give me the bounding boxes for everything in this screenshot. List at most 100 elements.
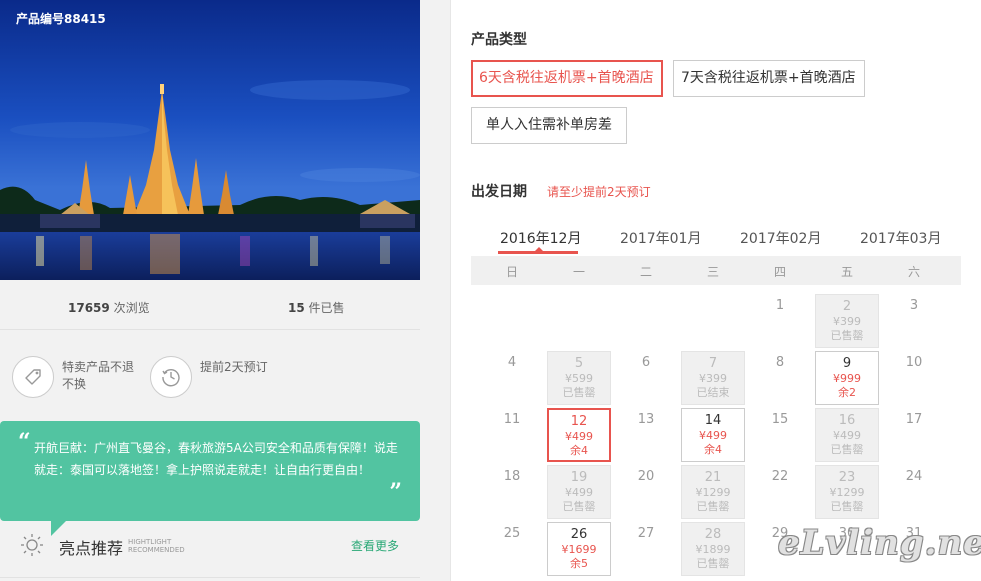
calendar-day: 4 [480,351,544,405]
calendar-day: 22 [748,465,812,519]
weekday-label: 五 [840,265,853,279]
day-number: 8 [775,355,785,370]
day-number: 7 [708,356,718,371]
sold-count-value: 15 [288,301,305,315]
product-number: 产品编号88415 [16,12,106,26]
view-count: 17659 次浏览 [68,299,150,316]
day-number: 10 [905,355,923,370]
tag-icon [12,356,54,398]
day-status: 已售罄 [830,443,864,456]
day-number: 11 [503,412,521,427]
day-number: 12 [570,414,588,429]
calendar-day[interactable]: 5 ¥599 已售罄 [547,351,611,405]
highlight-quote: “ 开航巨献：广州直飞曼谷，春秋旅游5A公司安全和品质有保障！说走就走：泰国可以… [0,421,420,521]
day-price: ¥1299 [695,486,731,499]
product-type-title: 产品类型 [471,32,527,48]
month-tab-2017-03[interactable]: 2017年03月 [860,228,941,248]
day-number: 24 [905,469,923,484]
day-status: 余4 [704,443,722,456]
calendar-day: 3 [882,294,946,348]
product-type-option-single-room[interactable]: 单人入住需补单房差 [471,107,627,144]
calendar-day: 11 [480,408,544,462]
calendar-day: 24 [882,465,946,519]
day-number: 20 [637,469,655,484]
day-price: ¥599 [565,372,593,385]
product-type-option-6day[interactable]: 6天含税往返机票+首晚酒店 [471,60,663,97]
day-number: 5 [574,356,584,371]
product-type-option-7day[interactable]: 7天含税往返机票+首晚酒店 [673,60,865,97]
weekday-label: 六 [907,265,920,279]
day-status: 已售罄 [696,557,730,570]
day-price: ¥1899 [695,543,731,556]
calendar-day[interactable]: 9 ¥999 余2 [815,351,879,405]
day-status: 已售罄 [562,386,596,399]
day-number: 14 [704,413,722,428]
day-price: ¥1299 [829,486,865,499]
day-price: ¥499 [565,430,593,443]
product-photo[interactable]: 产品编号88415 [0,0,420,280]
calendar-day[interactable]: 14 ¥499 余4 [681,408,745,462]
day-status: 已售罄 [562,500,596,513]
calendar-day[interactable]: 12 ¥499 余4 [547,408,611,462]
day-number: 16 [838,413,856,428]
month-tab-2016-12[interactable]: 2016年12月 [500,228,581,248]
departure-date-title: 出发日期 [471,184,527,200]
day-number: 17 [905,412,923,427]
day-number: 21 [704,470,722,485]
day-status: 已售罄 [830,329,864,342]
divider [0,577,420,578]
day-price: ¥1699 [561,543,597,556]
day-price: ¥499 [699,429,727,442]
day-price: ¥499 [833,429,861,442]
booking-hint: 请至少提前2天预订 [547,185,651,199]
highlight-subtitle-line1: HIGHTLIGHT [128,538,172,546]
day-number: 25 [503,526,521,541]
view-count-label: 次浏览 [109,301,150,315]
calendar-day: 17 [882,408,946,462]
calendar-day[interactable]: 28 ¥1899 已售罄 [681,522,745,576]
view-more-link[interactable]: 查看更多 [351,537,399,554]
day-number: 2 [842,299,852,314]
calendar-day: 15 [748,408,812,462]
day-number: 18 [503,469,521,484]
sold-count: 15 件已售 [288,299,345,316]
month-tab-2017-01[interactable]: 2017年01月 [620,228,701,248]
weekday-label: 二 [639,265,652,279]
product-panel: 产品编号88415 17659 次浏览 15 件已售 特卖产品不退不换 提前2天… [0,0,420,581]
calendar-day[interactable]: 19 ¥499 已售罄 [547,465,611,519]
day-number: 3 [909,298,919,313]
calendar-day: 1 [748,294,812,348]
day-status: 余4 [570,444,588,457]
month-tab-2017-02[interactable]: 2017年02月 [740,228,821,248]
day-status: 余2 [838,386,856,399]
day-price: ¥399 [833,315,861,328]
calendar-day[interactable]: 2 ¥399 已售罄 [815,294,879,348]
calendar-day: 25 [480,522,544,576]
day-price: ¥399 [699,372,727,385]
product-stats: 17659 次浏览 15 件已售 [0,280,420,330]
day-price: ¥999 [833,372,861,385]
day-status: 余5 [570,557,588,570]
temple-night-image [0,0,420,280]
close-quote-icon: ” [389,479,402,505]
weekday-header: 日 一 二 三 四 五 六 [471,256,961,285]
day-status: 已售罄 [830,500,864,513]
day-number: 26 [570,527,588,542]
calendar-day: 20 [614,465,678,519]
day-number: 9 [842,356,852,371]
calendar-day: 27 [614,522,678,576]
watermark: eLvling.net [778,523,981,563]
weekday-label: 日 [505,265,518,279]
calendar-day[interactable]: 16 ¥499 已售罄 [815,408,879,462]
weekday-label: 三 [706,265,719,279]
clock-icon [150,356,192,398]
day-number: 28 [704,527,722,542]
calendar-day[interactable]: 26 ¥1699 余5 [547,522,611,576]
weekday-label: 四 [773,265,786,279]
calendar-day[interactable]: 7 ¥399 已结束 [681,351,745,405]
day-number: 23 [838,470,856,485]
feature-text: 特卖产品不退不换 [62,360,135,391]
calendar-day[interactable]: 23 ¥1299 已售罄 [815,465,879,519]
highlight-title: 亮点推荐 [59,539,124,558]
calendar-day[interactable]: 21 ¥1299 已售罄 [681,465,745,519]
